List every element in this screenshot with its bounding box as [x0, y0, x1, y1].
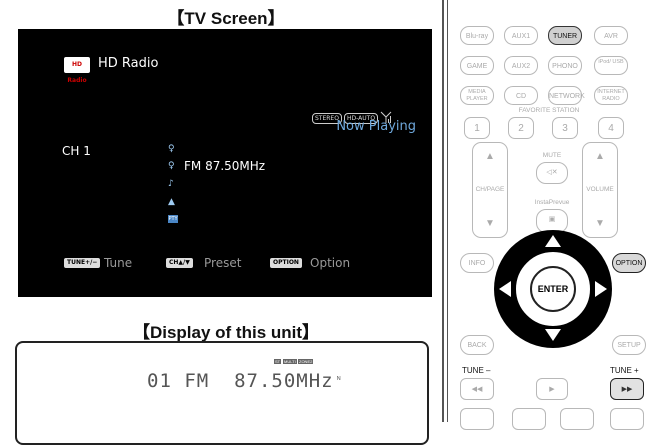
ch-up-icon: ▲ [485, 151, 495, 162]
mute-label: MUTE [542, 152, 562, 159]
channel-label: CH 1 [62, 144, 91, 158]
phono-button[interactable]: PHONO [548, 56, 582, 75]
mute-button[interactable]: ◁✕ [536, 162, 568, 184]
station-icon: ♀ [168, 144, 175, 154]
right-arrow-button[interactable] [595, 281, 607, 297]
instaprevue-label: InstaPrevue [534, 199, 570, 206]
cd-button[interactable]: CD [504, 86, 538, 105]
option-guide-label: Option [310, 256, 351, 270]
favorite-3-button[interactable]: 3 [552, 117, 578, 139]
bluray-button[interactable]: Blu-ray [460, 26, 494, 45]
bottom-mid-right-button[interactable] [560, 408, 594, 430]
favorite-4-button[interactable]: 4 [598, 117, 624, 139]
favorite-2-button[interactable]: 2 [508, 117, 534, 139]
tune-minus-label: TUNE – [462, 366, 491, 375]
game-button[interactable]: GAME [460, 56, 494, 75]
up-arrow-button[interactable] [545, 235, 561, 247]
internet-radio-button[interactable]: INTERNET RADIO [594, 86, 628, 105]
down-arrow-button[interactable] [545, 329, 561, 341]
play-button[interactable]: ▶ [536, 378, 568, 400]
ch-down-icon: ▼ [485, 218, 495, 229]
left-arrow-button[interactable] [499, 281, 511, 297]
network-button[interactable]: NETWORK [548, 86, 585, 105]
bottom-mid-left-button[interactable] [512, 408, 546, 430]
lcd-text: 01 FM 87.50MHz [147, 370, 334, 392]
info-button[interactable]: INFO [460, 253, 494, 273]
frequency-icon: ♀ [168, 161, 175, 171]
media-player-button[interactable]: MEDIA PLAYER [460, 86, 494, 105]
music-note-icon: ♪ [168, 179, 174, 189]
divider [442, 0, 444, 422]
tune-plus-label: TUNE + [610, 366, 639, 375]
hd-radio-logo-icon: HD Radio [64, 57, 90, 84]
lcd-st-badge: ST [274, 359, 282, 364]
setup-button[interactable]: SETUP [612, 335, 646, 355]
divider [447, 0, 448, 422]
aux1-button[interactable]: AUX1 [504, 26, 538, 45]
tv-screen-heading: 【TV Screen】 [167, 9, 285, 28]
volume-up-icon: ▲ [595, 151, 605, 162]
tune-guide-label: Tune [104, 256, 133, 270]
favorite-1-button[interactable]: 1 [464, 117, 490, 139]
tv-title: HD Radio [98, 56, 159, 71]
preset-guide-button: CH▲/▼ [166, 258, 193, 268]
back-button[interactable]: BACK [460, 335, 494, 355]
volume-label: VOLUME [586, 186, 614, 193]
bottom-left-button[interactable] [460, 408, 494, 430]
remote-control: Blu-ray AUX1 TUNER AVR GAME AUX2 PHONO i… [452, 0, 650, 430]
enter-button[interactable]: ENTER [530, 266, 576, 312]
unit-display-panel: ST MULTI ZONE2 01 FM 87.50MHz ᴺ [15, 341, 429, 445]
avr-button[interactable]: AVR [594, 26, 628, 45]
preset-guide-label: Preset [204, 256, 242, 270]
tune-minus-button[interactable]: ◀◀ [460, 378, 494, 400]
pty-icon: PTY [168, 215, 178, 223]
artist-icon: ▲ [168, 197, 175, 207]
option-button[interactable]: OPTION [612, 253, 646, 273]
bottom-right-button[interactable] [610, 408, 644, 430]
tuner-button[interactable]: TUNER [548, 26, 582, 45]
favorite-station-label: FAVORITE STATION [518, 107, 580, 114]
now-playing-label: Now Playing [336, 119, 416, 134]
lcd-indicator-icon: ᴺ [337, 375, 341, 384]
tune-guide-button: TUNE+/− [64, 258, 101, 268]
ipod-usb-button[interactable]: iPod/ USB [594, 56, 628, 75]
tune-plus-button[interactable]: ▶▶ [610, 378, 644, 400]
lcd-zone-badge: ZONE2 [298, 359, 314, 364]
option-guide-button: OPTION [270, 258, 302, 268]
ch-page-label: CH/PAGE [475, 186, 505, 193]
frequency-text: FM 87.50MHz [184, 159, 266, 173]
unit-display-heading: 【Display of this unit】 [132, 323, 320, 342]
lcd-multi-badge: MULTI [283, 359, 297, 364]
volume-down-icon: ▼ [595, 218, 605, 229]
aux2-button[interactable]: AUX2 [504, 56, 538, 75]
tv-screen: HD Radio HD Radio STEREO HD-AUTO Now Pla… [18, 29, 432, 297]
